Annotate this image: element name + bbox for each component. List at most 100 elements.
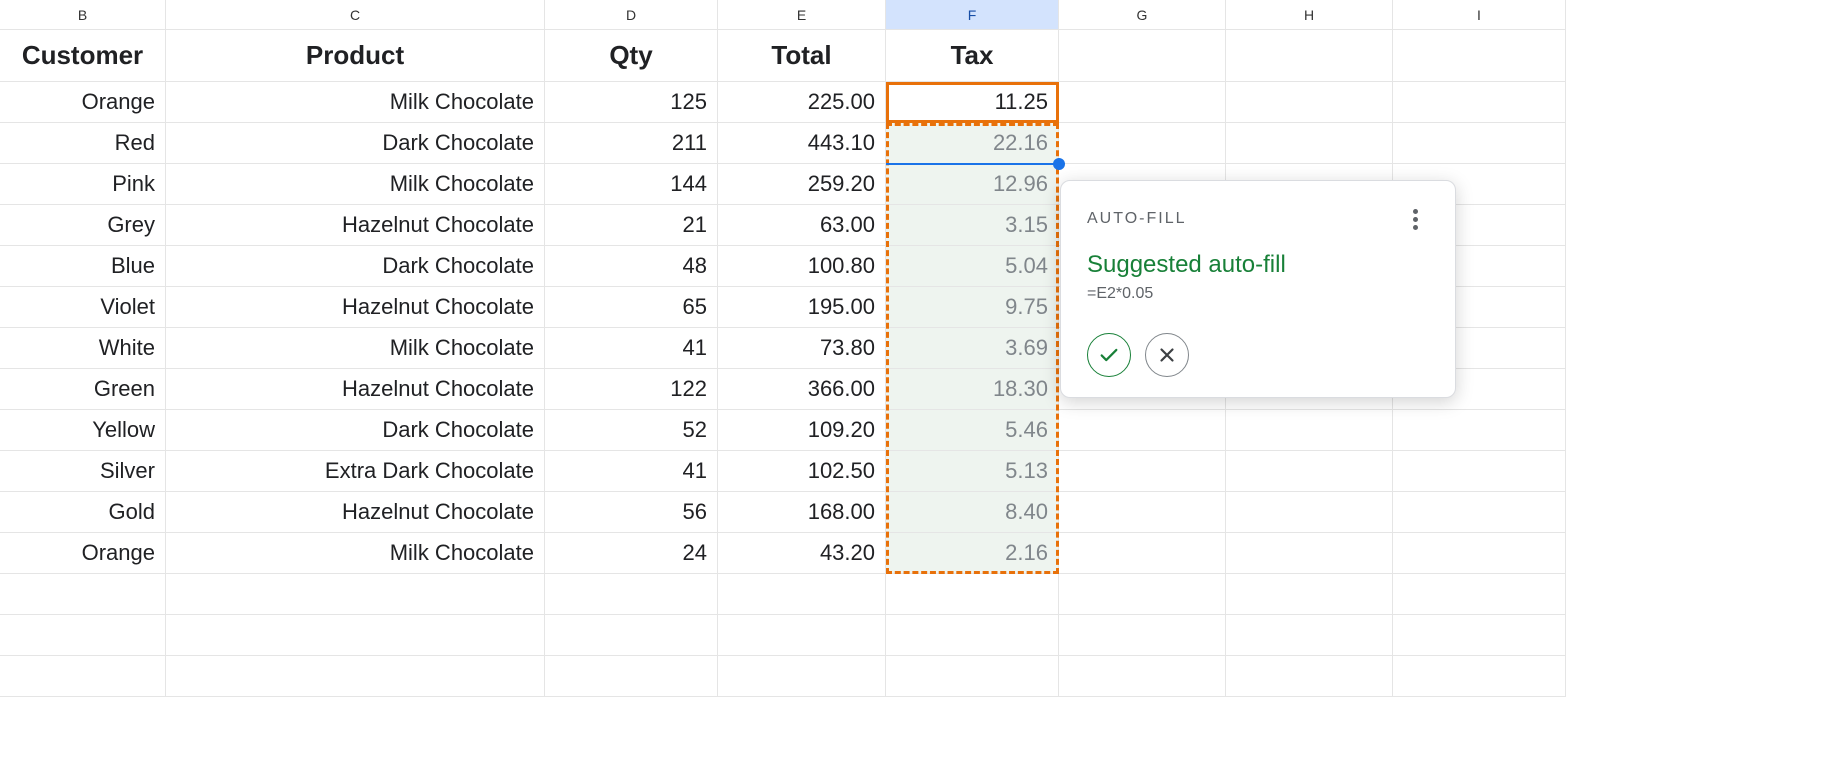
cell-product[interactable]: Milk Chocolate [166,164,545,205]
empty-cell[interactable] [1226,533,1393,574]
cell-product[interactable]: Dark Chocolate [166,246,545,287]
cell-tax[interactable]: 11.25 [886,82,1059,123]
kebab-menu-icon[interactable] [1401,205,1429,233]
empty-cell[interactable] [1059,82,1226,123]
cell-total[interactable]: 102.50 [718,451,886,492]
cell-customer[interactable]: Yellow [0,410,166,451]
cell-total[interactable]: 195.00 [718,287,886,328]
column-header-C[interactable]: C [166,0,545,30]
empty-header-cell[interactable] [1393,30,1566,82]
cell-customer[interactable]: Orange [0,82,166,123]
empty-cell[interactable] [718,615,886,656]
cell-product[interactable]: Milk Chocolate [166,82,545,123]
empty-cell[interactable] [1393,533,1566,574]
column-header-F[interactable]: F [886,0,1059,30]
column-header-H[interactable]: H [1226,0,1393,30]
empty-header-cell[interactable] [1059,30,1226,82]
cell-product[interactable]: Hazelnut Chocolate [166,205,545,246]
empty-cell[interactable] [1226,615,1393,656]
empty-cell[interactable] [545,574,718,615]
column-header-I[interactable]: I [1393,0,1566,30]
header-product[interactable]: Product [166,30,545,82]
empty-cell[interactable] [1059,656,1226,697]
cell-product[interactable]: Dark Chocolate [166,123,545,164]
cell-qty[interactable]: 125 [545,82,718,123]
cell-customer[interactable]: Pink [0,164,166,205]
fill-handle[interactable] [1053,158,1065,170]
autofill-accept-button[interactable] [1087,333,1131,377]
cell-qty[interactable]: 65 [545,287,718,328]
cell-tax[interactable]: 18.30 [886,369,1059,410]
cell-total[interactable]: 43.20 [718,533,886,574]
cell-customer[interactable]: Violet [0,287,166,328]
header-total[interactable]: Total [718,30,886,82]
cell-qty[interactable]: 122 [545,369,718,410]
empty-cell[interactable] [545,615,718,656]
cell-qty[interactable]: 24 [545,533,718,574]
cell-tax[interactable]: 3.15 [886,205,1059,246]
header-customer[interactable]: Customer [0,30,166,82]
empty-cell[interactable] [1059,533,1226,574]
empty-cell[interactable] [0,615,166,656]
cell-product[interactable]: Hazelnut Chocolate [166,492,545,533]
empty-cell[interactable] [166,656,545,697]
cell-product[interactable]: Dark Chocolate [166,410,545,451]
cell-total[interactable]: 366.00 [718,369,886,410]
cell-tax[interactable]: 2.16 [886,533,1059,574]
empty-cell[interactable] [886,656,1059,697]
cell-total[interactable]: 73.80 [718,328,886,369]
cell-total[interactable]: 225.00 [718,82,886,123]
cell-product[interactable]: Milk Chocolate [166,328,545,369]
cell-qty[interactable]: 144 [545,164,718,205]
cell-tax[interactable]: 5.04 [886,246,1059,287]
empty-cell[interactable] [1393,615,1566,656]
cell-qty[interactable]: 41 [545,451,718,492]
cell-total[interactable]: 63.00 [718,205,886,246]
cell-product[interactable]: Hazelnut Chocolate [166,287,545,328]
cell-customer[interactable]: Grey [0,205,166,246]
header-tax[interactable]: Tax [886,30,1059,82]
header-qty[interactable]: Qty [545,30,718,82]
cell-total[interactable]: 259.20 [718,164,886,205]
column-header-E[interactable]: E [718,0,886,30]
cell-qty[interactable]: 56 [545,492,718,533]
cell-customer[interactable]: Red [0,123,166,164]
empty-cell[interactable] [1059,574,1226,615]
cell-customer[interactable]: Orange [0,533,166,574]
cell-tax[interactable]: 5.46 [886,410,1059,451]
cell-total[interactable]: 168.00 [718,492,886,533]
column-header-G[interactable]: G [1059,0,1226,30]
empty-cell[interactable] [1226,656,1393,697]
cell-customer[interactable]: White [0,328,166,369]
cell-qty[interactable]: 41 [545,328,718,369]
cell-qty[interactable]: 48 [545,246,718,287]
empty-cell[interactable] [1393,656,1566,697]
empty-cell[interactable] [0,656,166,697]
empty-header-cell[interactable] [1226,30,1393,82]
cell-customer[interactable]: Green [0,369,166,410]
empty-cell[interactable] [166,615,545,656]
cell-tax[interactable]: 8.40 [886,492,1059,533]
empty-cell[interactable] [1393,82,1566,123]
cell-product[interactable]: Extra Dark Chocolate [166,451,545,492]
cell-tax[interactable]: 22.16 [886,123,1059,164]
cell-total[interactable]: 443.10 [718,123,886,164]
empty-cell[interactable] [1059,451,1226,492]
autofill-reject-button[interactable] [1145,333,1189,377]
cell-customer[interactable]: Blue [0,246,166,287]
empty-cell[interactable] [1393,123,1566,164]
empty-cell[interactable] [886,615,1059,656]
empty-cell[interactable] [1059,410,1226,451]
cell-total[interactable]: 109.20 [718,410,886,451]
empty-cell[interactable] [1226,492,1393,533]
cell-qty[interactable]: 21 [545,205,718,246]
empty-cell[interactable] [1059,123,1226,164]
empty-cell[interactable] [886,574,1059,615]
empty-cell[interactable] [1059,615,1226,656]
empty-cell[interactable] [1226,123,1393,164]
empty-cell[interactable] [1393,492,1566,533]
spreadsheet-grid[interactable]: BCDEFGHICustomerProductQtyTotalTaxOrange… [0,0,1844,697]
empty-cell[interactable] [1393,451,1566,492]
empty-cell[interactable] [166,574,545,615]
cell-tax[interactable]: 3.69 [886,328,1059,369]
